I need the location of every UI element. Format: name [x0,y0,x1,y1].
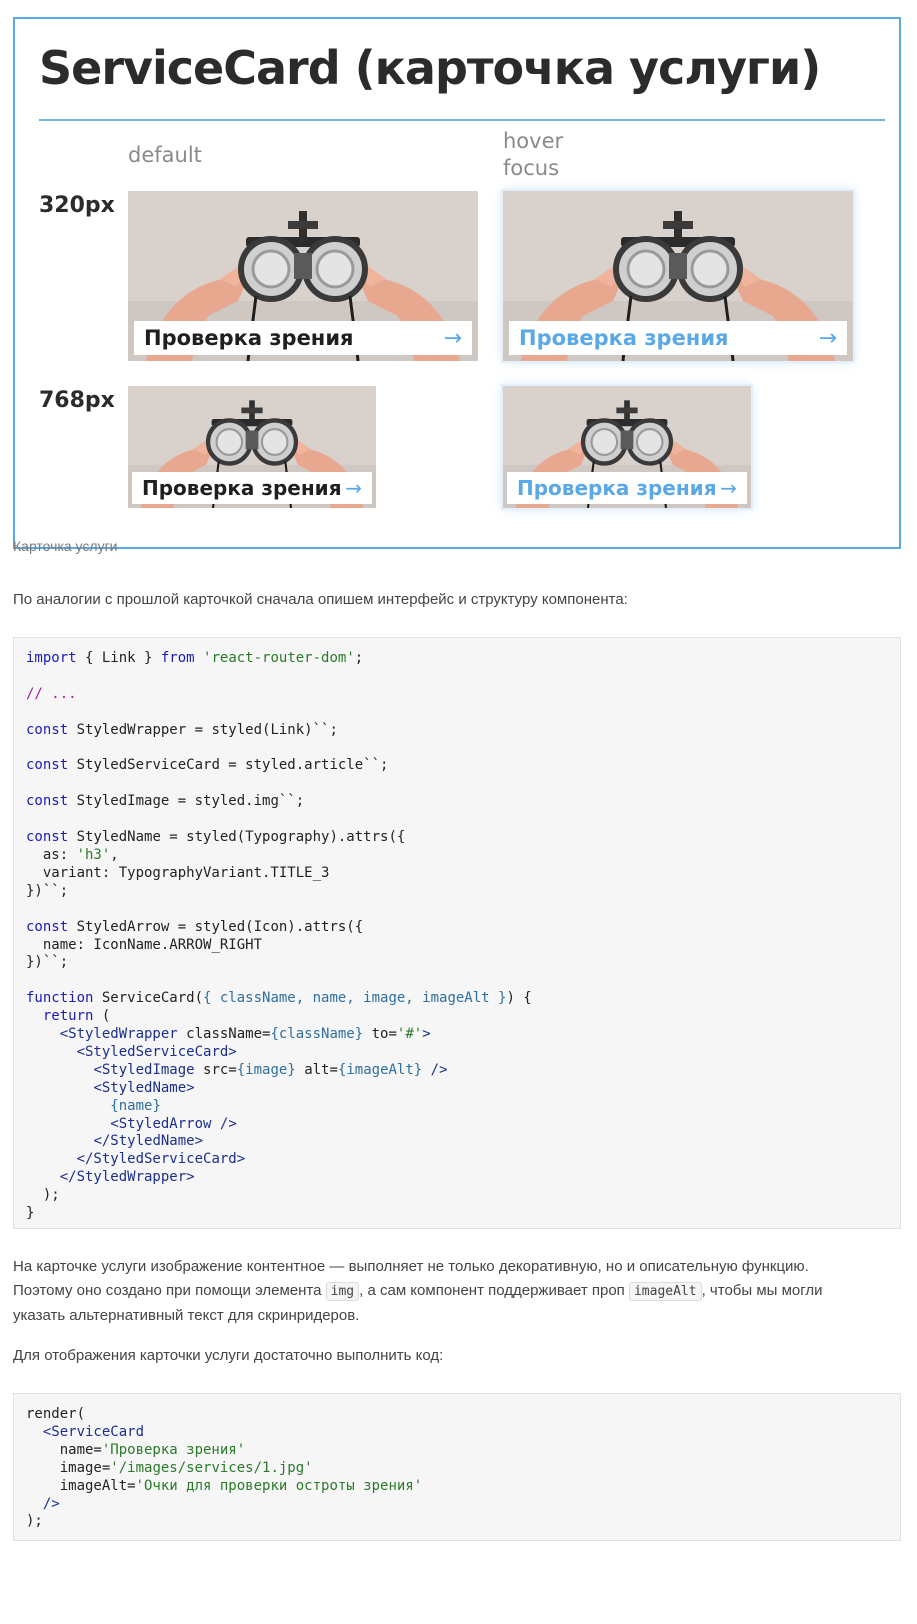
code-component-source: import { Link } from 'react-router-dom';… [26,650,532,1222]
state-label-hover: hover [503,129,564,153]
paragraph-render-intro: Для отображения карточки услуги достаточ… [13,1347,444,1364]
code-block-component: import { Link } from 'react-router-dom';… [13,637,901,1229]
arrow-right-icon: → [720,476,737,500]
card-name: Проверка зрения [517,476,717,500]
service-card-hover-768[interactable]: Проверка зрения → [503,386,751,508]
state-label-default: default [128,143,202,167]
paragraph-text: На карточке услуги изображение контентно… [13,1258,809,1275]
breakpoint-label-320: 320px [39,193,115,218]
service-card-default-320[interactable]: Проверка зрения → [128,191,478,361]
breakpoint-label-768: 768px [39,388,115,413]
figure-caption: Карточка услуги [13,538,118,554]
card-name: Проверка зрения [519,326,729,350]
card-name: Проверка зрения [142,476,342,500]
arrow-right-icon: → [818,325,837,351]
card-name: Проверка зрения [144,326,354,350]
service-card-hover-320[interactable]: Проверка зрения → [503,191,853,361]
code-render-source: render( <ServiceCard name='Проверка зрен… [26,1406,423,1530]
inline-code-imagealt: imageAlt [628,1282,702,1301]
paragraph-text: , а сам компонент поддерживает проп [359,1282,629,1299]
card-name-bar: Проверка зрения → [509,321,847,355]
component-figure: ServiceCard (карточка услуги) default ho… [13,17,901,549]
card-name-bar: Проверка зрения → [132,472,372,504]
code-block-render: render( <ServiceCard name='Проверка зрен… [13,1393,901,1541]
arrow-right-icon: → [345,476,362,500]
inline-code-img: img [325,1282,360,1301]
figure-divider [39,119,885,121]
state-label-focus: focus [503,156,560,180]
paragraph-text: , чтобы мы могли [701,1282,823,1299]
paragraph-text: указать альтернативный текст для скринри… [13,1307,360,1324]
service-card-default-768[interactable]: Проверка зрения → [128,386,376,508]
card-name-bar: Проверка зрения → [134,321,472,355]
card-name-bar: Проверка зрения → [507,472,747,504]
figure-title: ServiceCard (карточка услуги) [39,41,821,95]
paragraph-intro: По аналогии с прошлой карточкой сначала … [13,591,628,608]
arrow-right-icon: → [443,325,462,351]
paragraph-image-explanation: На карточке услуги изображение контентно… [13,1255,893,1328]
paragraph-text: Поэтому оно создано при помощи элемента [13,1282,326,1299]
